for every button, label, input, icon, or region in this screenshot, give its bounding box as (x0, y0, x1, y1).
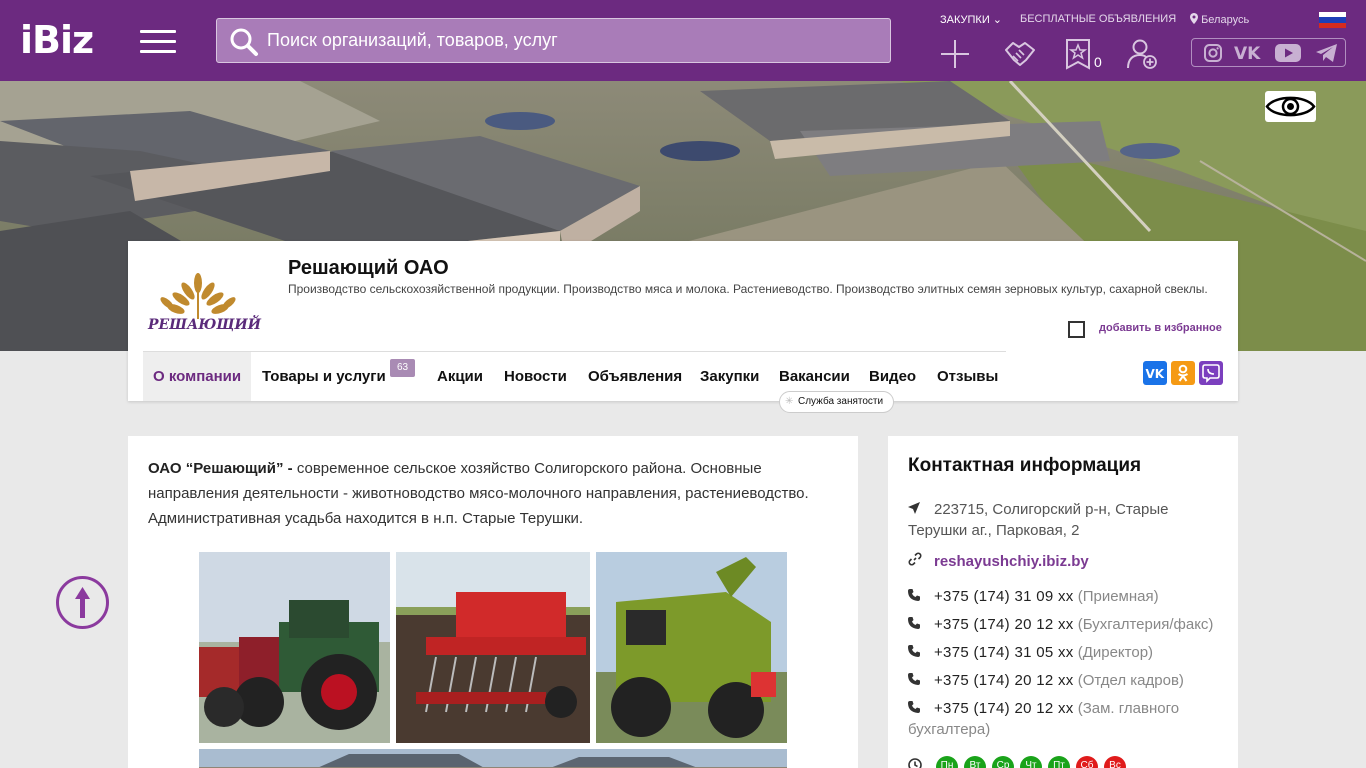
search-input[interactable] (267, 19, 882, 62)
tab-news[interactable]: Новости (494, 352, 577, 401)
photo-harvester[interactable] (596, 552, 787, 743)
scroll-to-top-button[interactable] (56, 576, 109, 629)
share-vk-icon[interactable]: VK (1143, 361, 1167, 385)
about-lead: ОАО “Решающий” - (148, 460, 293, 477)
tab-about[interactable]: О компании (143, 352, 252, 401)
instagram-icon[interactable] (1203, 43, 1223, 63)
telegram-icon[interactable] (1315, 43, 1339, 63)
phone-note: (Приемная) (1077, 588, 1159, 605)
day-badge: Вт (964, 756, 986, 768)
favorites-star-icon[interactable] (1064, 38, 1096, 70)
plus-icon[interactable] (939, 38, 971, 70)
contacts-title: Контактная информация (908, 455, 1142, 476)
phone-row: +375 (174) 31 05 xx (Директор) (908, 642, 1223, 663)
youtube-icon[interactable] (1274, 43, 1302, 63)
photo-seeder[interactable] (396, 552, 590, 743)
phone-number[interactable]: +375 (174) 31 09 xx (934, 588, 1074, 605)
add-favorite-checkbox[interactable] (1068, 321, 1085, 338)
accessibility-eye-button[interactable] (1265, 91, 1316, 122)
language-flag-icon[interactable] (1319, 12, 1346, 28)
phone-number[interactable]: +375 (174) 20 12 xx (934, 616, 1074, 633)
phone-row: +375 (174) 20 12 xx (Бухгалтерия/факс) (908, 614, 1223, 635)
day-badge: Пн (936, 756, 958, 768)
phone-number[interactable]: +375 (174) 20 12 xx (934, 700, 1074, 717)
website-row: reshayushchiy.ibiz.by (908, 551, 1223, 572)
phone-row: +375 (174) 20 12 xx (Отдел кадров) (908, 670, 1223, 691)
share-odnoklassniki-icon[interactable] (1171, 361, 1195, 385)
phone-icon (908, 586, 934, 607)
address-text: 223715, Солигорский р-н, Старые Терушки … (908, 501, 1169, 539)
company-card: РЕШАЮЩИЙ Решающий ОАО Производство сельс… (128, 241, 1238, 413)
day-badge: Чт (1020, 756, 1042, 768)
tab-reviews[interactable]: Отзывы (927, 352, 1008, 401)
company-description: Производство сельскохозяйственной продук… (288, 282, 1208, 296)
top-bar: iBiz ЗАКУПКИ ⌄ БЕСПЛАТНЫЕ ОБЪЯВЛЕНИЯ Бел… (0, 0, 1366, 81)
tab-promotions[interactable]: Акции (427, 352, 493, 401)
contacts-panel: Контактная информация 223715, Солигорски… (888, 436, 1238, 768)
site-logo[interactable]: iBiz (20, 18, 94, 62)
phone-icon (908, 642, 934, 663)
search-bar[interactable] (216, 18, 891, 63)
free-ads-link[interactable]: БЕСПЛАТНЫЕ ОБЪЯВЛЕНИЯ (1020, 13, 1176, 25)
phone-row: +375 (174) 31 09 xx (Приемная) (908, 586, 1223, 607)
purchases-link[interactable]: ЗАКУПКИ ⌄ (940, 13, 1002, 26)
day-badge: Ср (992, 756, 1014, 768)
phone-note: (Директор) (1077, 644, 1154, 661)
company-name: Решающий ОАО (288, 257, 449, 279)
phone-number[interactable]: +375 (174) 20 12 xx (934, 672, 1074, 689)
svg-text:VK: VK (1146, 367, 1165, 381)
search-icon[interactable] (229, 27, 259, 57)
phone-number[interactable]: +375 (174) 31 05 xx (934, 644, 1074, 661)
clock-icon (908, 758, 922, 768)
day-badge: Сб (1076, 756, 1098, 768)
phone-row: +375 (174) 20 12 xx (Зам. главного бухга… (908, 698, 1223, 740)
products-count-badge: 63 (390, 359, 415, 377)
website-link[interactable]: reshayushchiy.ibiz.by (934, 553, 1089, 570)
chevron-down-icon: ⌄ (992, 14, 1003, 26)
vk-icon[interactable]: VK (1234, 43, 1264, 63)
tab-video[interactable]: Видео (859, 352, 926, 401)
svg-text:VK: VK (1234, 44, 1261, 63)
share-viber-icon[interactable] (1199, 361, 1223, 385)
location-pin-icon (1190, 13, 1198, 24)
tab-purchases[interactable]: Закупки (690, 352, 769, 401)
favorites-count: 0 (1094, 54, 1102, 70)
menu-icon[interactable] (140, 30, 176, 54)
location-arrow-icon (908, 499, 934, 520)
day-badge: Вс (1104, 756, 1126, 768)
phone-icon (908, 670, 934, 691)
tab-ads[interactable]: Объявления (578, 352, 692, 401)
tab-products[interactable]: Товары и услуги (252, 352, 396, 401)
add-favorite-label[interactable]: добавить в избранное (1099, 322, 1222, 334)
phone-icon (908, 698, 934, 719)
company-logo: РЕШАЮЩИЙ (143, 251, 261, 351)
about-section: ОАО “Решающий” - современное сельское хо… (128, 436, 858, 768)
handshake-icon[interactable] (1004, 38, 1036, 70)
phone-note: (Бухгалтерия/факс) (1077, 616, 1214, 633)
region-selector[interactable]: Беларусь (1190, 13, 1249, 26)
link-icon (908, 551, 934, 572)
address: 223715, Солигорский р-н, Старые Терушки … (908, 499, 1223, 541)
add-user-icon[interactable] (1126, 38, 1158, 70)
phone-note: (Отдел кадров) (1077, 672, 1184, 689)
photo-tractors[interactable] (199, 552, 390, 743)
eye-icon (1265, 96, 1316, 117)
about-text: ОАО “Решающий” - современное сельское хо… (148, 456, 838, 531)
social-links: VK (1191, 38, 1346, 67)
phone-icon (908, 614, 934, 635)
photo-farm[interactable] (199, 749, 787, 768)
company-logo-text: РЕШАЮЩИЙ (148, 317, 261, 333)
arrow-up-icon (75, 587, 90, 618)
day-badge: Пт (1048, 756, 1070, 768)
